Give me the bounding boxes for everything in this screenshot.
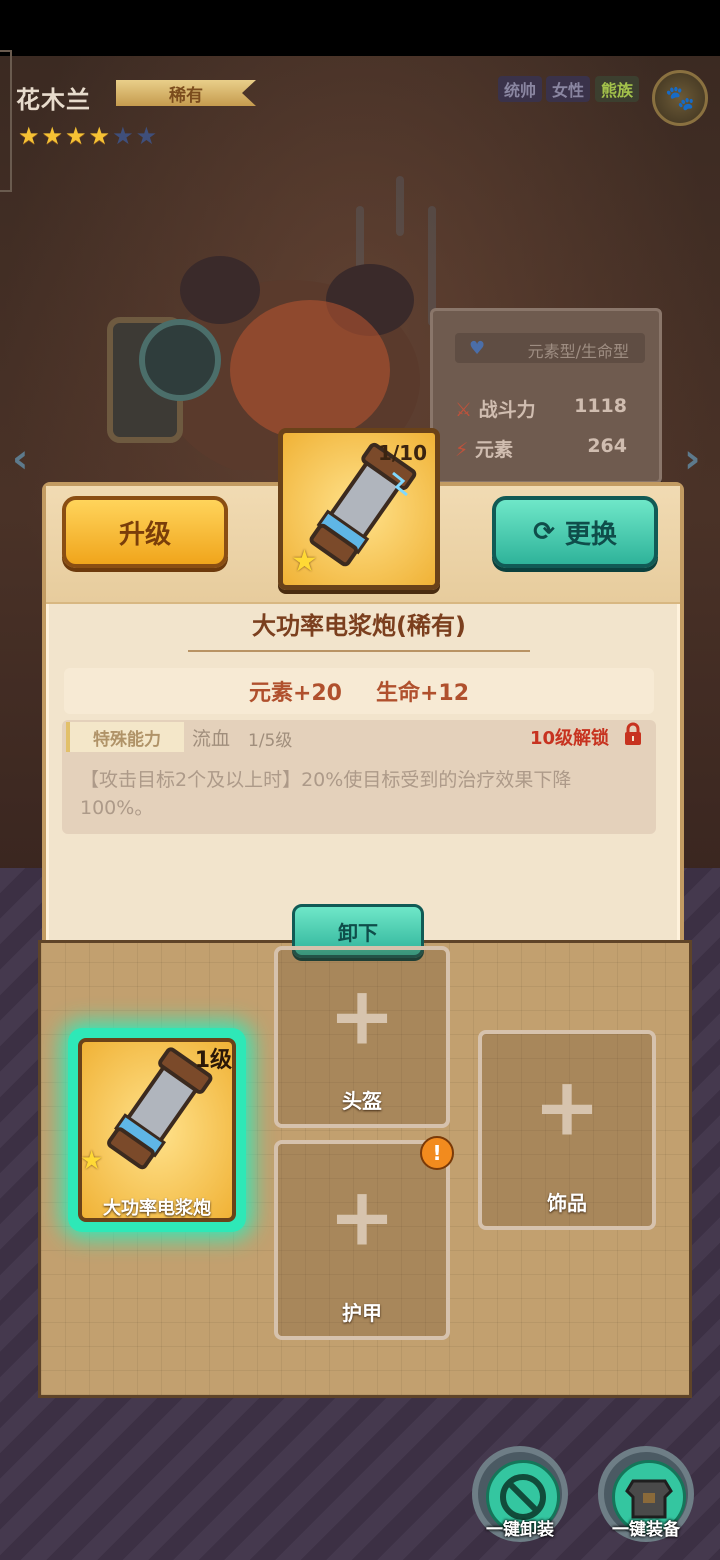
ability-level: 1/5级 (248, 731, 293, 751)
star-empty-icon: ★ (112, 122, 134, 150)
alert-icon: ! (420, 1136, 454, 1170)
stat-value: 1118 (574, 395, 627, 417)
armor-slot[interactable]: + 护甲 (274, 1140, 450, 1340)
weapon-level-badge: 1级 (194, 1048, 232, 1073)
equip-all-button[interactable]: 一键装备 (598, 1446, 694, 1542)
heart-icon: ♥ (469, 338, 486, 359)
refresh-icon: ⟳ (533, 517, 555, 547)
side-handle[interactable] (0, 50, 12, 192)
stat-row-element: ⚡ 元素 264 (455, 435, 645, 462)
upgrade-button[interactable]: 升级 (62, 496, 228, 568)
tag-race: 熊族 (595, 76, 640, 102)
accessory-label: 饰品 (547, 1191, 587, 1215)
item-icon-large[interactable]: 1/10 ★ (278, 428, 440, 590)
stat-label: 战斗力 (478, 399, 536, 421)
plus-icon: + (328, 1170, 396, 1264)
plus-icon: + (533, 1060, 601, 1154)
power-icon: ⚔ (455, 399, 473, 421)
tag-gender: 女性 (546, 76, 591, 102)
ability-description: 【攻击目标2个及以上时】20%使目标受到的治疗效果下降100%。 (80, 769, 572, 819)
stats-type: 元素型/生命型 (527, 342, 629, 361)
stat-value: 264 (587, 435, 627, 457)
star-rating: ★ ★ ★ ★ ★ ★ (18, 124, 157, 148)
prev-hero-arrow-icon[interactable]: ‹ (12, 436, 28, 482)
special-ability-label: 特殊能力 (66, 722, 184, 752)
tag-role: 统帅 (498, 76, 543, 102)
helmet-slot[interactable]: + 头盔 (274, 946, 450, 1128)
stats-header: ♥ 元素型/生命型 (455, 333, 645, 363)
replace-label: 更换 (564, 519, 617, 550)
accessory-slot[interactable]: + 饰品 (478, 1030, 656, 1230)
weapon-slot[interactable]: 1级 ★ 大功率电浆炮 (68, 1028, 246, 1232)
star-icon: ★ (65, 122, 87, 150)
unlock-requirement: 10级解锁 (530, 728, 610, 749)
replace-button[interactable]: ⟳ 更换 (492, 496, 658, 568)
star-empty-icon: ★ (135, 122, 158, 150)
item-level-badge: 1/10 (377, 441, 427, 465)
attribute-life: 生命+12 (376, 681, 470, 706)
weapon-name: 大功率电浆炮 (103, 1198, 211, 1219)
attribute-element: 元素+20 (248, 681, 342, 706)
next-hero-arrow-icon[interactable]: › (684, 436, 700, 482)
star-icon: ★ (291, 544, 318, 579)
star-icon: ★ (18, 122, 40, 150)
lightning-icon: ⚡ (455, 439, 469, 461)
plus-icon: + (328, 969, 396, 1063)
stat-row-power: ⚔ 战斗力 1118 (455, 395, 645, 422)
hero-name: 花木兰 (16, 86, 91, 114)
helmet-label: 头盔 (342, 1089, 382, 1113)
star-icon: ★ (41, 122, 64, 150)
lock-icon (625, 722, 641, 745)
unequip-all-button[interactable]: 一键卸装 (472, 1446, 568, 1542)
paw-icon[interactable]: 🐾 (652, 70, 708, 126)
unequip-all-label: 一键卸装 (486, 1520, 554, 1540)
ability-name: 流血 (192, 728, 231, 750)
title-divider (188, 650, 530, 652)
armor-label: 护甲 (342, 1301, 382, 1325)
rarity-ribbon: 稀有 (116, 80, 256, 106)
attribute-bar: 元素+20 生命+12 (64, 668, 654, 714)
item-title: 大功率电浆炮(稀有) (252, 612, 466, 640)
star-icon: ★ (88, 122, 111, 150)
stat-label: 元素 (474, 439, 513, 461)
star-icon: ★ (80, 1146, 104, 1176)
equip-all-label: 一键装备 (612, 1520, 680, 1540)
stats-card: ♥ 元素型/生命型 ⚔ 战斗力 1118 ⚡ 元素 264 (430, 308, 662, 484)
